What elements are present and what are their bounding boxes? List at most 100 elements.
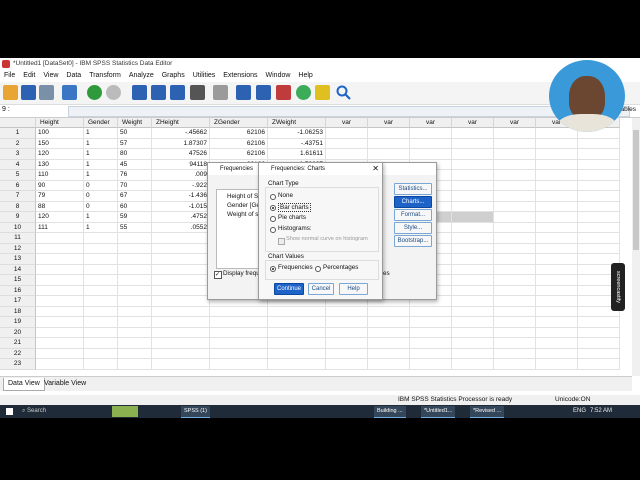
column-header[interactable]: ZHeight — [152, 118, 210, 128]
cell-editor-input[interactable] — [68, 106, 630, 117]
data-cell[interactable] — [326, 149, 368, 160]
data-cell[interactable] — [410, 128, 452, 139]
data-cell[interactable] — [84, 264, 118, 275]
radio-pie-charts[interactable] — [270, 216, 276, 222]
taskbar-search[interactable]: ⌕ Search — [22, 407, 102, 416]
data-cell[interactable] — [84, 338, 118, 349]
data-cell[interactable]: 100 — [36, 128, 84, 139]
menu-graphs[interactable]: Graphs — [158, 70, 189, 81]
row-number[interactable]: 15 — [0, 275, 36, 286]
row-number[interactable]: 10 — [0, 222, 36, 233]
taskbar-news-icon[interactable] — [112, 406, 138, 417]
data-cell[interactable] — [36, 233, 84, 244]
data-cell[interactable] — [36, 243, 84, 254]
data-cell[interactable] — [494, 306, 536, 317]
menu-edit[interactable]: Edit — [19, 70, 39, 81]
data-cell[interactable]: 1 — [84, 212, 118, 223]
menu-window[interactable]: Window — [262, 70, 295, 81]
value-labels-icon[interactable] — [296, 85, 311, 100]
data-cell[interactable] — [536, 222, 578, 233]
data-cell[interactable] — [494, 170, 536, 181]
normal-curve-checkbox[interactable] — [278, 238, 285, 245]
data-cell[interactable] — [452, 201, 494, 212]
variable-list[interactable]: Height of St Gender [Gen Weight of st — [216, 189, 263, 269]
format-button[interactable]: Format... — [394, 209, 432, 221]
data-cell[interactable] — [118, 327, 152, 338]
style-button[interactable]: Style... — [394, 222, 432, 234]
data-cell[interactable]: 110 — [36, 170, 84, 181]
data-cell[interactable] — [84, 359, 118, 370]
row-number[interactable]: 17 — [0, 296, 36, 307]
data-cell[interactable] — [36, 264, 84, 275]
split-file-icon[interactable] — [236, 85, 251, 100]
data-cell[interactable]: 62106 — [210, 149, 268, 160]
data-cell[interactable] — [494, 285, 536, 296]
data-cell[interactable] — [118, 233, 152, 244]
data-cell[interactable] — [326, 306, 368, 317]
data-cell[interactable] — [452, 296, 494, 307]
data-cell[interactable] — [494, 338, 536, 349]
data-cell[interactable] — [84, 306, 118, 317]
data-cell[interactable] — [536, 327, 578, 338]
row-number[interactable]: 2 — [0, 138, 36, 149]
data-cell[interactable] — [452, 285, 494, 296]
data-cell[interactable]: 90 — [36, 180, 84, 191]
data-cell[interactable] — [578, 348, 620, 359]
row-number[interactable]: 19 — [0, 317, 36, 328]
row-number[interactable]: 1 — [0, 128, 36, 139]
cancel-button[interactable]: Cancel — [308, 283, 334, 295]
data-cell[interactable] — [268, 338, 326, 349]
find-icon[interactable] — [190, 85, 205, 100]
data-cell[interactable] — [494, 128, 536, 139]
data-cell[interactable] — [410, 149, 452, 160]
display-frequency-checkbox[interactable]: ✓ — [214, 271, 222, 279]
data-cell[interactable]: 1.87307 — [152, 138, 210, 149]
data-cell[interactable] — [536, 275, 578, 286]
data-cell[interactable] — [326, 359, 368, 370]
data-cell[interactable] — [36, 359, 84, 370]
row-number[interactable]: 18 — [0, 306, 36, 317]
data-cell[interactable] — [536, 306, 578, 317]
data-cell[interactable] — [452, 275, 494, 286]
data-cell[interactable] — [410, 306, 452, 317]
data-cell[interactable] — [536, 348, 578, 359]
data-cell[interactable]: 62106 — [210, 128, 268, 139]
data-cell[interactable]: 1 — [84, 128, 118, 139]
column-header[interactable]: var — [326, 118, 368, 128]
data-cell[interactable]: 88 — [36, 201, 84, 212]
data-cell[interactable]: -1.436 — [152, 191, 210, 202]
data-cell[interactable] — [84, 233, 118, 244]
data-cell[interactable] — [152, 348, 210, 359]
variable-item[interactable]: Weight of st — [227, 211, 260, 218]
data-cell[interactable] — [452, 317, 494, 328]
data-cell[interactable]: 57 — [118, 138, 152, 149]
data-cell[interactable] — [578, 191, 620, 202]
data-cell[interactable] — [452, 338, 494, 349]
data-cell[interactable]: 67 — [118, 191, 152, 202]
data-cell[interactable] — [152, 359, 210, 370]
column-header[interactable]: Gender — [84, 118, 118, 128]
data-cell[interactable]: 1.61611 — [268, 149, 326, 160]
search-icon[interactable] — [336, 85, 351, 100]
data-cell[interactable] — [452, 306, 494, 317]
scrollbar-thumb[interactable] — [633, 130, 639, 250]
data-cell[interactable] — [152, 243, 210, 254]
data-cell[interactable]: 76 — [118, 170, 152, 181]
data-cell[interactable] — [368, 359, 410, 370]
help-button[interactable]: Help — [339, 283, 368, 295]
data-cell[interactable] — [152, 306, 210, 317]
column-header[interactable]: var — [452, 118, 494, 128]
data-cell[interactable] — [36, 317, 84, 328]
data-cell[interactable] — [84, 348, 118, 359]
data-cell[interactable] — [36, 348, 84, 359]
data-cell[interactable] — [152, 296, 210, 307]
data-cell[interactable]: 94118 — [152, 159, 210, 170]
data-cell[interactable]: 55 — [118, 222, 152, 233]
data-cell[interactable] — [452, 264, 494, 275]
data-cell[interactable] — [452, 327, 494, 338]
menu-view[interactable]: View — [39, 70, 62, 81]
data-cell[interactable] — [210, 327, 268, 338]
data-cell[interactable] — [152, 264, 210, 275]
data-cell[interactable]: -.43751 — [268, 138, 326, 149]
data-cell[interactable] — [494, 233, 536, 244]
